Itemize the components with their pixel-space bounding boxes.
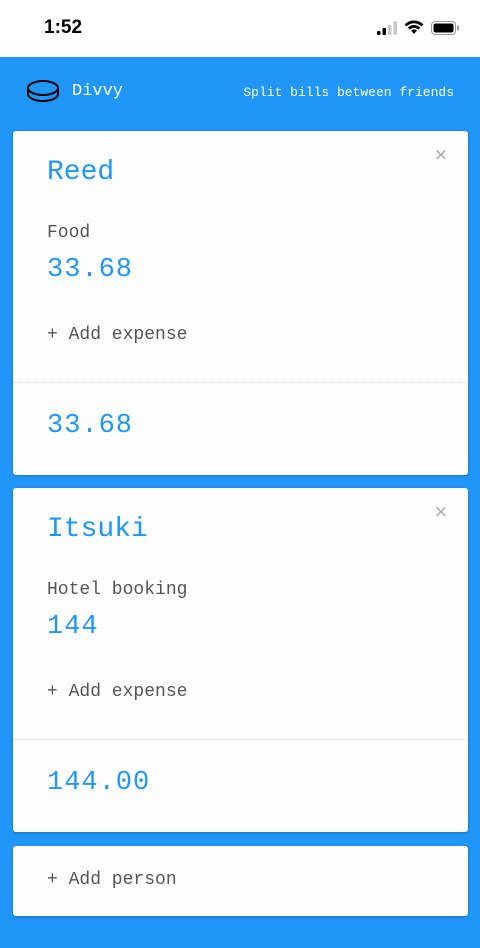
expense-amount[interactable]: 33.68 <box>47 255 133 285</box>
remove-person-button[interactable]: × <box>434 145 448 165</box>
wifi-icon <box>404 20 424 40</box>
person-total: 144.00 <box>47 768 151 798</box>
coin-icon <box>26 79 60 110</box>
cellular-signal-icon <box>377 20 397 40</box>
card-divider <box>13 739 468 740</box>
battery-icon <box>431 20 460 40</box>
app-tagline: Split bills between friends <box>243 85 454 100</box>
status-bar: 1:52 <box>0 0 480 57</box>
add-person-button[interactable]: + Add person <box>47 870 177 890</box>
app-title: Divvy <box>72 82 124 101</box>
add-person-card[interactable]: + Add person <box>13 846 468 916</box>
card-divider <box>13 382 468 383</box>
app-header: Divvy Split bills between friends <box>0 57 480 129</box>
add-expense-button[interactable]: + Add expense <box>47 325 187 345</box>
person-card: × Reed Food 33.68 + Add expense 33.68 <box>13 131 468 475</box>
expense-amount[interactable]: 144 <box>47 612 99 642</box>
status-time: 1:52 <box>44 17 83 38</box>
add-expense-button[interactable]: + Add expense <box>47 682 187 702</box>
expense-label[interactable]: Hotel booking <box>47 580 187 600</box>
person-name[interactable]: Itsuki <box>47 514 148 545</box>
expense-label[interactable]: Food <box>47 223 90 243</box>
person-name[interactable]: Reed <box>47 157 114 188</box>
remove-person-button[interactable]: × <box>434 502 448 522</box>
person-total: 33.68 <box>47 411 134 441</box>
person-card: × Itsuki Hotel booking 144 + Add expense… <box>13 488 468 832</box>
status-icons <box>377 20 460 40</box>
